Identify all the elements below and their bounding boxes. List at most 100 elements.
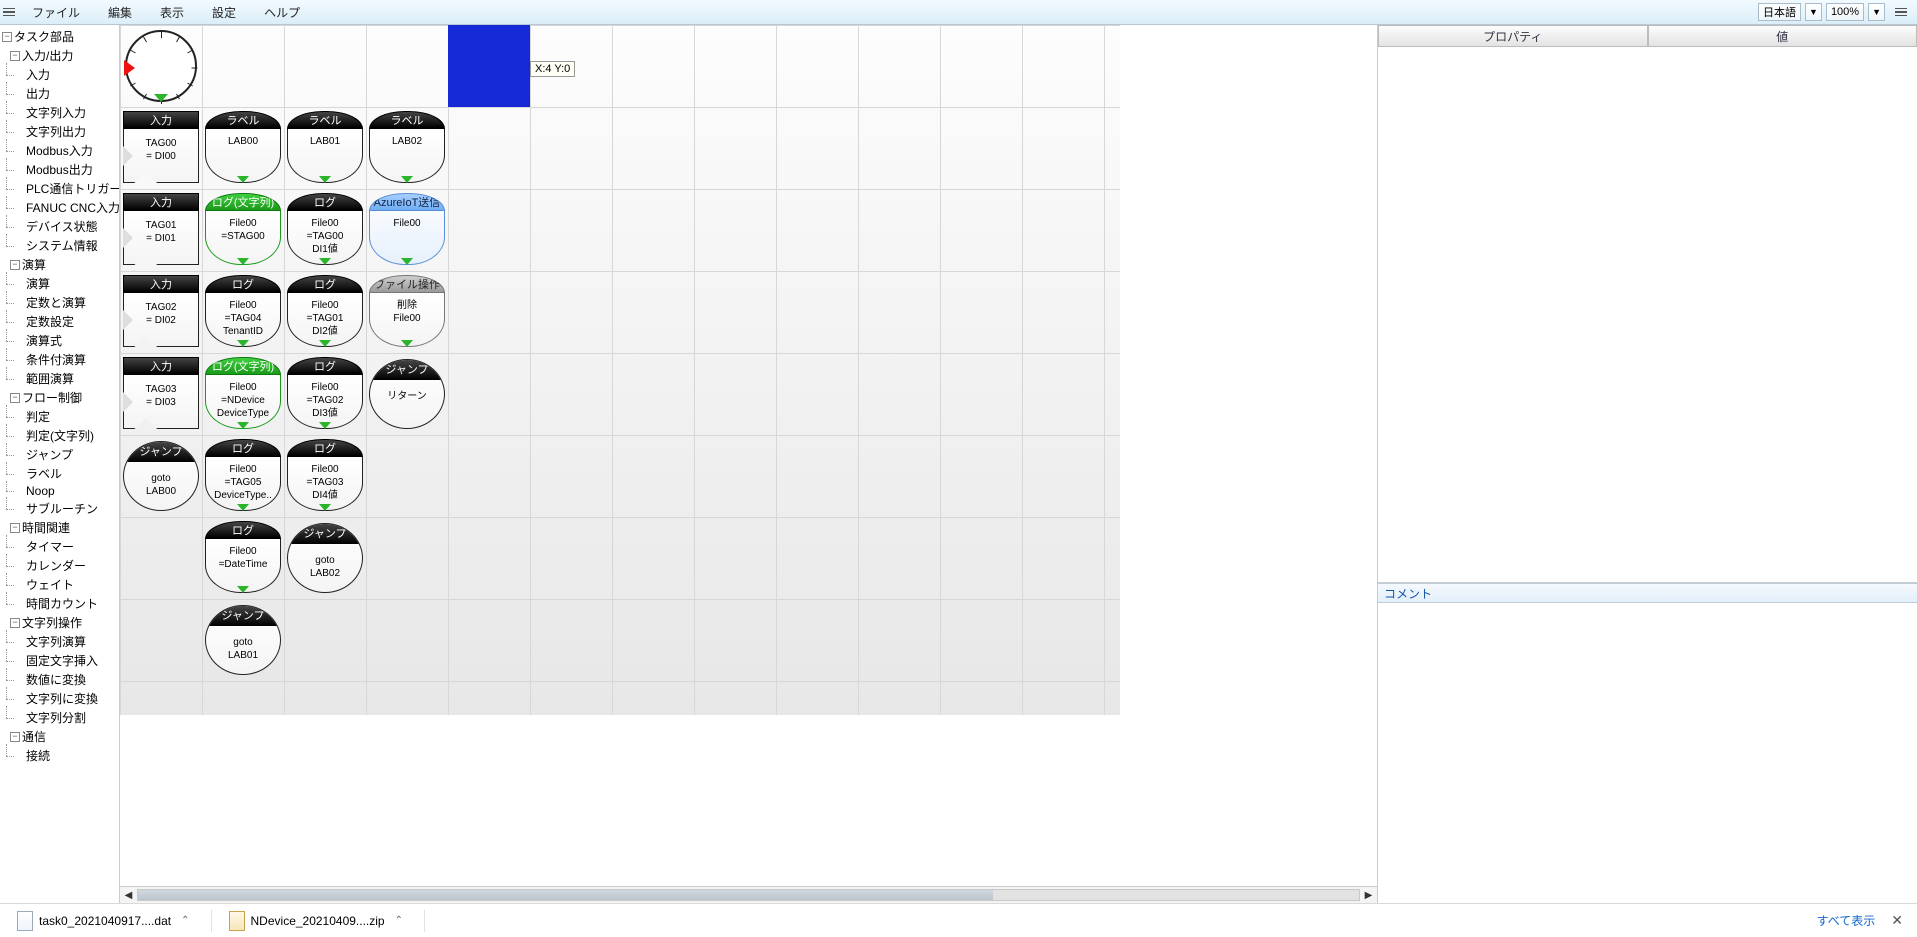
canvas-area[interactable]: X:4 Y:0入力TAG00= DI00ラベルLAB00ラベルLAB01ラベルL… [120, 25, 1377, 886]
grid-cell[interactable]: 入力TAG03= DI03 [120, 353, 202, 435]
tree-leaf[interactable]: 固定文字挿入 [2, 651, 119, 670]
task-block[interactable]: ログ(文字列)File00=STAG00 [205, 193, 281, 267]
selected-cell[interactable] [448, 25, 530, 107]
tree-leaf[interactable]: 演算式 [2, 331, 119, 350]
lang-dropdown-icon[interactable]: ▼ [1805, 3, 1822, 21]
tree-leaf[interactable]: 定数設定 [2, 312, 119, 331]
property-header[interactable]: プロパティ [1378, 25, 1648, 46]
jump-block[interactable]: ジャンプリターン [369, 359, 445, 429]
expand-icon[interactable]: − [10, 260, 20, 270]
zoom-dropdown-icon[interactable]: ▼ [1868, 3, 1885, 21]
tree-leaf[interactable]: 定数と演算 [2, 293, 119, 312]
tree-leaf[interactable]: サブルーチン [2, 499, 119, 518]
grid-cell[interactable] [120, 25, 202, 107]
grid-cell[interactable]: ファイル操作削除File00 [366, 271, 448, 353]
tree-leaf[interactable]: 条件付演算 [2, 350, 119, 369]
jump-block[interactable]: ジャンプgotoLAB00 [123, 441, 199, 511]
task-block[interactable]: ログFile00=TAG03DI4値 [287, 439, 363, 513]
tree-leaf[interactable]: ジャンプ [2, 445, 119, 464]
jump-block[interactable]: ジャンプgotoLAB02 [287, 523, 363, 593]
grid-cell[interactable]: 入力TAG01= DI01 [120, 189, 202, 271]
task-block[interactable]: ラベルLAB02 [369, 111, 445, 185]
flow-grid[interactable]: X:4 Y:0入力TAG00= DI00ラベルLAB00ラベルLAB01ラベルL… [120, 25, 1120, 715]
tree-category[interactable]: −フロー制御 [2, 388, 119, 407]
tree-leaf[interactable]: 文字列分割 [2, 708, 119, 727]
grid-cell[interactable]: ログFile00=TAG02DI3値 [284, 353, 366, 435]
scroll-left-icon[interactable]: ◀ [120, 888, 137, 903]
tree-leaf[interactable]: 入力 [2, 65, 119, 84]
tree-leaf[interactable]: 接続 [2, 746, 119, 765]
menu-file[interactable]: ファイル [18, 0, 94, 24]
chevron-up-icon[interactable]: ⌃ [391, 915, 407, 926]
tree-leaf[interactable]: システム情報 [2, 236, 119, 255]
grid-cell[interactable]: ログFile00=TAG00DI1値 [284, 189, 366, 271]
download-chip-1[interactable]: task0_2021040917....dat ⌃ [8, 908, 203, 934]
input-block[interactable]: 入力TAG03= DI03 [123, 357, 199, 431]
chevron-up-icon[interactable]: ⌃ [177, 915, 193, 926]
tree-leaf[interactable]: タイマー [2, 537, 119, 556]
task-block[interactable]: ログFile00=TAG05DeviceType.. [205, 439, 281, 513]
task-block[interactable]: ログFile00=DateTime [205, 521, 281, 595]
input-block[interactable]: 入力TAG01= DI01 [123, 193, 199, 267]
grid-cell[interactable]: ログFile00=TAG03DI4値 [284, 435, 366, 517]
grid-cell[interactable]: ジャンプgotoLAB02 [284, 517, 366, 599]
grid-cell[interactable]: ラベルLAB02 [366, 107, 448, 189]
tree-leaf[interactable]: PLC通信トリガー [2, 179, 119, 198]
tree-leaf[interactable]: カレンダー [2, 556, 119, 575]
tree-root[interactable]: −タスク部品 [2, 27, 119, 46]
grid-cell[interactable]: ログ(文字列)File00=NDeviceDeviceType [202, 353, 284, 435]
tree-leaf[interactable]: ウェイト [2, 575, 119, 594]
tree-leaf[interactable]: 出力 [2, 84, 119, 103]
right-hamburger-icon[interactable] [1889, 8, 1913, 17]
expand-icon[interactable]: − [10, 732, 20, 742]
grid-cell[interactable]: ラベルLAB00 [202, 107, 284, 189]
grid-cell[interactable]: ログFile00=DateTime [202, 517, 284, 599]
tree-leaf[interactable]: 範囲演算 [2, 369, 119, 388]
close-icon[interactable]: ✕ [1885, 912, 1909, 929]
task-block[interactable]: ログFile00=TAG02DI3値 [287, 357, 363, 431]
tree-leaf[interactable]: 文字列に変換 [2, 689, 119, 708]
task-block[interactable]: ラベルLAB00 [205, 111, 281, 185]
grid-cell[interactable]: ラベルLAB01 [284, 107, 366, 189]
lang-select[interactable]: 日本語 [1758, 3, 1801, 21]
tree-leaf[interactable]: ラベル [2, 464, 119, 483]
tree-leaf[interactable]: 演算 [2, 274, 119, 293]
grid-cell[interactable]: ログFile00=TAG05DeviceType.. [202, 435, 284, 517]
tree-category[interactable]: −文字列操作 [2, 613, 119, 632]
expand-icon[interactable]: − [10, 523, 20, 533]
scroll-track[interactable] [137, 889, 1360, 901]
tree-category[interactable]: −時間関連 [2, 518, 119, 537]
show-all-link[interactable]: すべて表示 [1817, 912, 1876, 929]
hamburger-icon[interactable] [0, 0, 18, 24]
task-block[interactable]: ログ(文字列)File00=NDeviceDeviceType [205, 357, 281, 431]
expand-icon[interactable]: − [10, 393, 20, 403]
tree-leaf[interactable]: 文字列出力 [2, 122, 119, 141]
start-node[interactable] [125, 30, 197, 102]
task-block[interactable]: ラベルLAB01 [287, 111, 363, 185]
expand-icon[interactable]: − [2, 32, 12, 42]
tree-leaf[interactable]: デバイス状態 [2, 217, 119, 236]
menu-help[interactable]: ヘルプ [250, 0, 314, 24]
grid-cell[interactable]: ジャンプgotoLAB01 [202, 599, 284, 681]
tree-leaf[interactable]: 判定 [2, 407, 119, 426]
expand-icon[interactable]: − [10, 618, 20, 628]
grid-cell[interactable]: ログFile00=TAG01DI2値 [284, 271, 366, 353]
tree-leaf[interactable]: 判定(文字列) [2, 426, 119, 445]
scroll-thumb[interactable] [138, 890, 993, 900]
scroll-right-icon[interactable]: ▶ [1360, 888, 1377, 903]
grid-cell[interactable]: ログ(文字列)File00=STAG00 [202, 189, 284, 271]
input-block[interactable]: 入力TAG02= DI02 [123, 275, 199, 349]
grid-cell[interactable]: ジャンプgotoLAB00 [120, 435, 202, 517]
expand-icon[interactable]: − [10, 51, 20, 61]
task-parts-tree[interactable]: −タスク部品−入力/出力入力出力文字列入力文字列出力Modbus入力Modbus… [0, 25, 120, 903]
tree-leaf[interactable]: 数値に変換 [2, 670, 119, 689]
grid-cell[interactable]: 入力TAG00= DI00 [120, 107, 202, 189]
task-block[interactable]: ファイル操作削除File00 [369, 275, 445, 349]
menu-edit[interactable]: 編集 [94, 0, 146, 24]
comment-input[interactable] [1378, 603, 1917, 903]
tree-leaf[interactable]: FANUC CNC入力 [2, 198, 119, 217]
task-block[interactable]: ログFile00=TAG01DI2値 [287, 275, 363, 349]
tree-leaf[interactable]: 文字列演算 [2, 632, 119, 651]
value-header[interactable]: 値 [1648, 25, 1917, 46]
task-block[interactable]: AzureIoT送信File00 [369, 193, 445, 267]
